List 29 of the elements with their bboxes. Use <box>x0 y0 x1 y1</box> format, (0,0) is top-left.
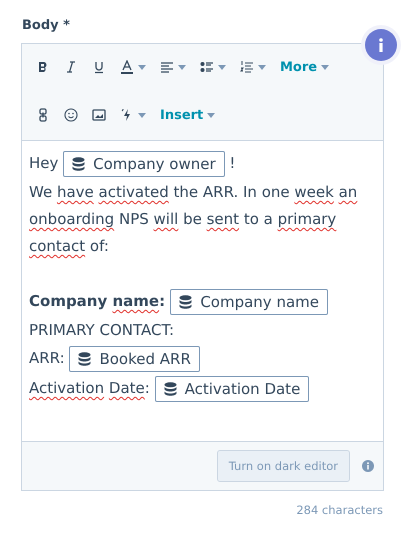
property-token[interactable]: Company owner <box>63 151 225 177</box>
numbered-list-icon <box>240 60 254 74</box>
database-icon <box>78 352 92 366</box>
info-icon[interactable] <box>362 460 374 472</box>
underline-icon <box>92 60 106 74</box>
body-text: PRIMARY CONTACT: <box>29 320 176 341</box>
bulleted-list-icon <box>200 60 214 74</box>
body-text: Hey Company owner ! <box>29 149 375 179</box>
toolbar-button[interactable] <box>62 106 80 124</box>
character-count: 284 characters <box>296 503 383 517</box>
database-icon <box>164 382 177 396</box>
info-badge[interactable] <box>365 29 397 61</box>
property-token[interactable]: Company name <box>170 289 328 315</box>
database-icon <box>72 157 86 171</box>
body-text: We have activated the ARR. In one week an onboarding NPS will be sent to a primary contact of: <box>29 182 358 257</box>
body-text: Activation Date: Activation Date <box>29 374 375 404</box>
database-icon <box>179 295 192 309</box>
italic-icon <box>64 60 78 74</box>
image-icon <box>92 108 106 122</box>
field-label: Body * <box>22 18 70 33</box>
info-icon <box>378 38 384 52</box>
align-icon <box>160 60 174 74</box>
property-token[interactable]: Booked ARR <box>69 346 200 372</box>
body-text: Company name: Company name <box>29 287 375 317</box>
text-color-icon <box>120 60 134 74</box>
body-text: ARR: Booked ARR <box>29 344 375 374</box>
toolbar-button[interactable] <box>118 58 148 76</box>
emoji-icon <box>64 108 78 122</box>
property-token[interactable]: Activation Date <box>154 376 310 402</box>
